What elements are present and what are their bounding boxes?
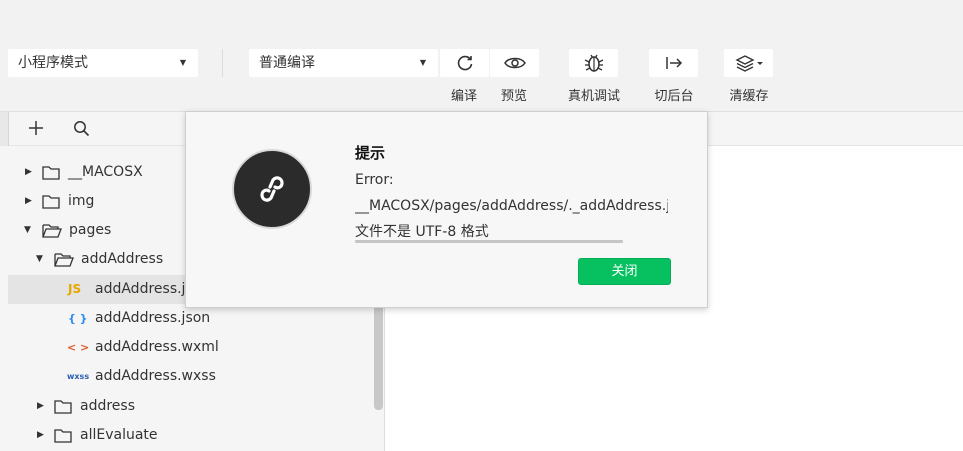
- folder-icon: [54, 429, 72, 443]
- top-toolbar: 小程序模式 ▼ 普通编译 ▼ 编译 预览 真机调试 切后台 清缓存: [0, 0, 963, 112]
- clear-cache-label: 清缓存: [729, 89, 769, 104]
- chevron-down-icon: ▼: [419, 58, 426, 67]
- js-file-icon: JS: [68, 282, 82, 296]
- chevron-down-icon: ▼: [24, 225, 31, 235]
- chevron-right-icon: ▶: [37, 430, 44, 440]
- tree-item-addaddress-wxml[interactable]: < > addAddress.wxml: [8, 333, 374, 362]
- json-file-icon: { }: [68, 312, 88, 325]
- folder-open-icon: [42, 224, 62, 238]
- tree-item-label: addAddress.js: [95, 281, 193, 297]
- mini-program-logo: [232, 149, 312, 229]
- error-dialog: 提示 Error: __MACOSX/pages/addAddress/._ad…: [185, 111, 708, 308]
- tree-item-addaddress-json[interactable]: { } addAddress.json: [8, 304, 374, 333]
- wxml-file-icon: < >: [67, 341, 90, 354]
- dialog-title: 提示: [355, 144, 386, 162]
- tree-item-label: allEvaluate: [80, 427, 158, 443]
- tree-item-label: img: [68, 193, 95, 209]
- chevron-right-icon: ▶: [25, 167, 32, 177]
- chevron-right-icon: ▶: [25, 196, 32, 206]
- chevron-down-icon: ▼: [179, 58, 186, 67]
- switch-background-button[interactable]: [649, 49, 698, 77]
- eye-icon: [503, 57, 526, 69]
- tree-item-label: addAddress.json: [95, 310, 211, 326]
- tree-item-label: addAddress.wxml: [95, 339, 219, 355]
- dialog-message-line: __MACOSX/pages/addAddress/._addAddress.j…: [355, 198, 668, 214]
- close-button[interactable]: 关闭: [578, 258, 671, 285]
- mini-program-icon: [260, 176, 284, 202]
- explorer-scrollbar[interactable]: [374, 300, 383, 410]
- mode-select[interactable]: 小程序模式 ▼: [8, 49, 198, 77]
- compile-button[interactable]: [440, 49, 489, 77]
- mode-select-value: 小程序模式: [18, 55, 88, 71]
- folder-icon: [42, 195, 60, 209]
- folder-icon: [42, 166, 60, 180]
- preview-label: 预览: [500, 89, 527, 104]
- switch-background-label: 切后台: [654, 89, 694, 104]
- tree-item-label: addAddress: [81, 251, 164, 267]
- tree-item-address[interactable]: ▶ address: [8, 392, 374, 421]
- tree-item-label: addAddress.wxss: [95, 368, 216, 384]
- search-icon[interactable]: [73, 120, 90, 137]
- tree-item-label: address: [80, 398, 136, 414]
- refresh-icon: [457, 55, 472, 71]
- dialog-message-scrollbar[interactable]: [355, 240, 623, 243]
- clear-cache-button[interactable]: [724, 49, 773, 77]
- compile-select[interactable]: 普通编译 ▼: [249, 49, 438, 77]
- switch-background-icon: [665, 57, 682, 69]
- tree-item-allevaluate[interactable]: ▶ allEvaluate: [8, 421, 374, 450]
- tree-item-label: pages: [69, 222, 112, 238]
- compile-select-value: 普通编译: [259, 55, 315, 71]
- folder-icon: [54, 400, 72, 414]
- folder-open-icon: [54, 253, 74, 267]
- toolbar-divider: [222, 49, 223, 77]
- tree-item-addaddress-wxss[interactable]: wxss addAddress.wxss: [8, 362, 374, 391]
- tree-item-label: __MACOSX: [68, 164, 143, 180]
- layers-icon: [734, 55, 763, 72]
- chevron-right-icon: ▶: [37, 401, 44, 411]
- preview-button[interactable]: [490, 49, 539, 77]
- dialog-message: Error: __MACOSX/pages/addAddress/._addAd…: [355, 167, 668, 245]
- wxss-file-icon: wxss: [67, 372, 90, 381]
- dialog-message-line: Error:: [355, 172, 394, 188]
- chevron-down-icon: ▼: [36, 254, 43, 264]
- real-device-debug-label: 真机调试: [567, 89, 620, 104]
- bug-icon: [584, 54, 603, 72]
- real-device-debug-button[interactable]: [569, 49, 618, 77]
- add-icon[interactable]: [28, 120, 44, 136]
